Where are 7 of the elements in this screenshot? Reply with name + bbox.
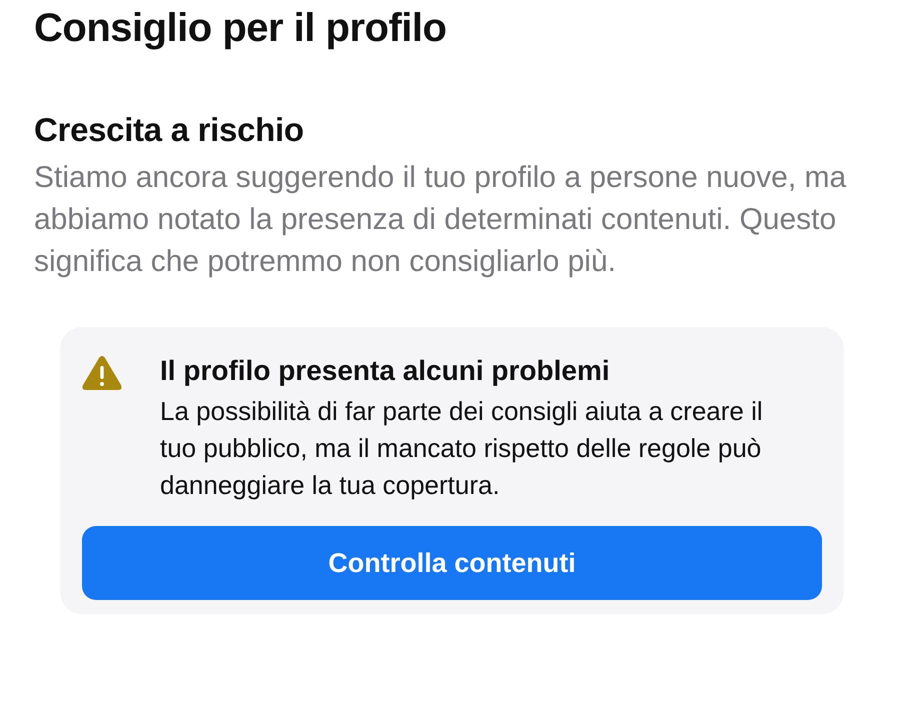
status-heading: Crescita a rischio: [34, 111, 305, 149]
warning-icon: [82, 355, 122, 391]
alert-title: Il profilo presenta alcuni problemi: [160, 354, 611, 388]
status-description: Stiamo ancora suggerendo il tuo profilo a persone nuove, ma abbiamo notato la presenza di determinati contenuti. Questo significa che potremmo non consigliarlo più.: [34, 160, 848, 280]
page-title: Consiglio per il profilo: [34, 6, 448, 51]
review-content-button[interactable]: Controlla contenuti: [82, 526, 822, 600]
alert-body: La possibilità di far parte dei consigli aiuta a creare il tuo pubblico, ma il mancato rispetto delle regole può danneggiare la tua copertura.: [160, 395, 764, 502]
